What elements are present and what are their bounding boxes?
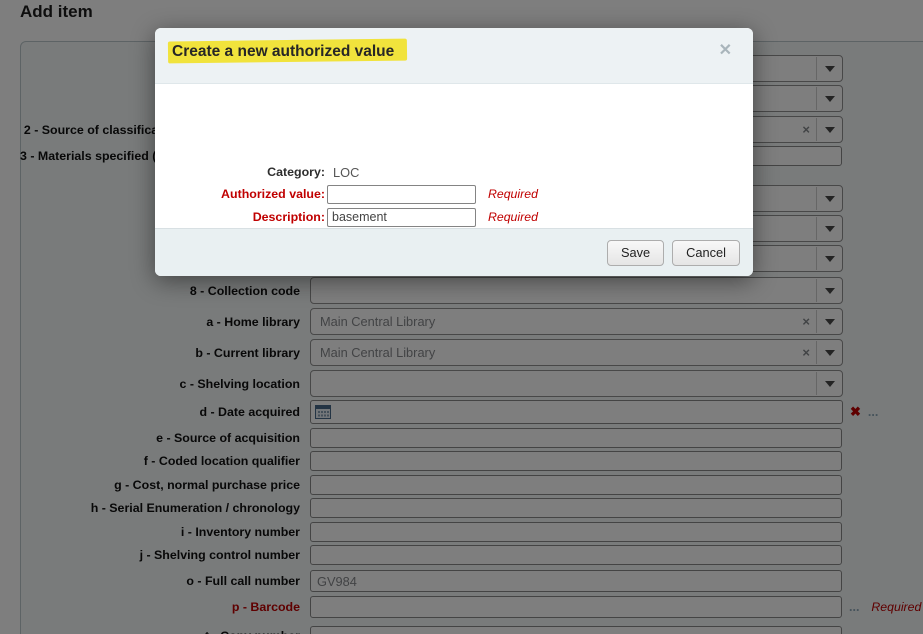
category-row: Category: LOC (155, 162, 753, 182)
category-label: Category: (155, 165, 325, 179)
modal-body: Category: LOC Authorized value: Required… (155, 84, 753, 227)
category-value: LOC (333, 165, 359, 180)
modal-title-text: Create a new authorized value (172, 43, 394, 60)
required-note: Required (488, 210, 538, 224)
authorized-value-label: Authorized value: (155, 187, 325, 201)
required-note: Required (488, 187, 538, 201)
screen: Add item 2 - Source of classification or… (0, 0, 923, 634)
authorized-value-row: Authorized value: Required (155, 183, 753, 205)
modal-title: Create a new authorized value (172, 43, 394, 61)
authorized-value-input[interactable] (327, 185, 476, 204)
modal-footer: Save Cancel (155, 228, 753, 276)
description-label: Description: (155, 210, 325, 224)
save-button[interactable]: Save (607, 240, 664, 266)
description-row: Description: Required (155, 206, 753, 228)
create-authorized-value-modal: Create a new authorized value ✕ Category… (155, 28, 753, 276)
description-input[interactable] (327, 208, 476, 227)
close-icon[interactable]: ✕ (719, 43, 732, 59)
cancel-button[interactable]: Cancel (672, 240, 740, 266)
modal-header: Create a new authorized value ✕ (155, 28, 753, 84)
